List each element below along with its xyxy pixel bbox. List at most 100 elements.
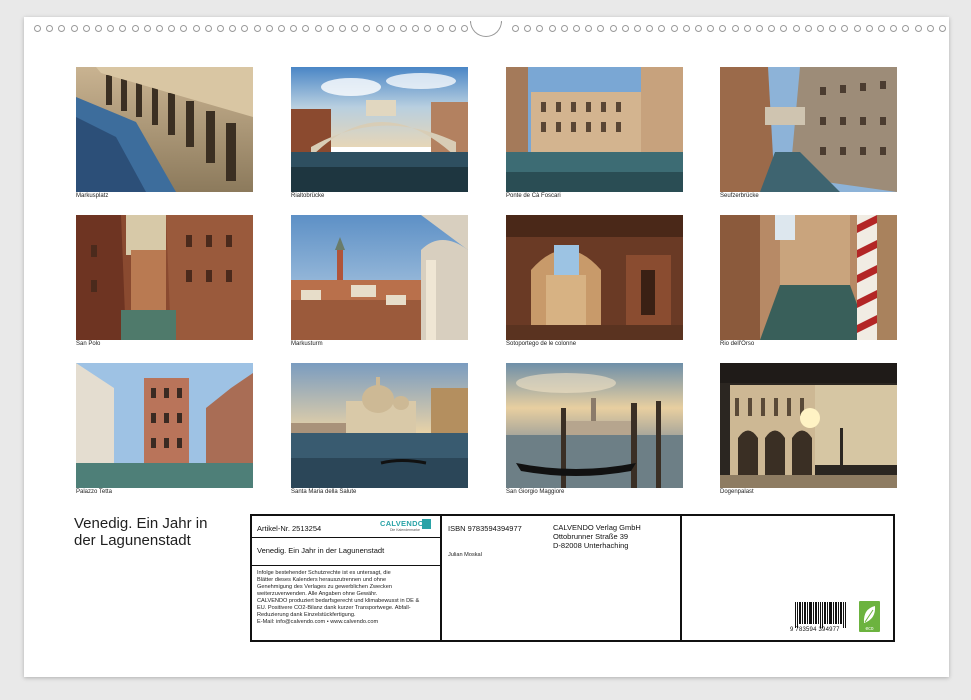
- publisher-address: CALVENDO Verlag GmbH Ottobrunner Straße …: [553, 523, 641, 550]
- binding-ring: [597, 25, 605, 32]
- binding-ring: [95, 25, 102, 32]
- binding-ring: [339, 25, 346, 32]
- photo-caption: Sotoportego de le colonne: [506, 341, 577, 347]
- binding-ring: [560, 25, 568, 32]
- photo-san-polo: [76, 215, 253, 340]
- photo-rialtobruecke: [291, 67, 468, 192]
- binding-ring: [461, 25, 468, 32]
- binding-ring: [670, 25, 678, 32]
- binding-ring: [695, 25, 702, 32]
- photo-caption: Palazzo Tetta: [76, 489, 112, 495]
- binding-ring: [658, 25, 666, 32]
- binding-ring: [351, 25, 359, 32]
- binding-ring: [46, 25, 54, 32]
- divider: [680, 516, 682, 640]
- binding-ring: [841, 25, 849, 32]
- product-title: Venedig. Ein Jahr in der Lagunenstadt: [257, 546, 385, 555]
- binding-ring: [939, 25, 946, 32]
- binding-ring: [143, 25, 151, 32]
- binding-ring: [412, 25, 420, 32]
- binding-ring: [829, 25, 837, 32]
- binding-ring: [448, 25, 456, 32]
- legal-notice: Infolge bestehender Schutzrechte ist es …: [257, 570, 419, 626]
- binding-ring: [436, 25, 444, 32]
- binding-ring: [229, 25, 237, 32]
- binding-ring: [156, 25, 163, 32]
- photo-san-giorgio-maggiore: [506, 363, 683, 488]
- binding-ring: [548, 25, 556, 32]
- binding-ring: [621, 25, 629, 32]
- legal-line: Reduzierung dank Einzelstückfertigung.: [257, 612, 356, 618]
- legal-line: E-Mail: info@calvendo.com • www.calvendo…: [257, 619, 379, 625]
- binding-ring: [731, 25, 739, 32]
- binding-ring: [302, 25, 310, 32]
- author: Julian Moskal: [448, 552, 482, 558]
- binding-ring: [119, 25, 127, 32]
- barcode-icon: [795, 602, 846, 628]
- legal-line: weiterzuverwenden. Alle Angaben ohne Gew…: [257, 591, 378, 597]
- address-line: Ottobrunner Straße 39: [553, 532, 629, 541]
- binding-ring: [180, 25, 188, 32]
- binding-ring: [682, 25, 690, 32]
- calendar-title-line: der Lagunenstadt: [74, 532, 191, 549]
- photo-caption: Markusturm: [291, 341, 323, 347]
- binding-ring: [241, 25, 249, 32]
- photo-caption: Rio dell'Orso: [720, 341, 755, 347]
- binding-ring: [58, 25, 66, 32]
- photo-santa-maria-della-salute: [291, 363, 468, 488]
- binding-ring: [792, 25, 800, 32]
- photo-ponte-de-ca-foscari: [506, 67, 683, 192]
- binding-ring: [326, 25, 334, 32]
- legal-line: Blätter dieses Kalenders herauszutrennen…: [257, 577, 387, 583]
- photo-dogenpalast: [720, 363, 897, 488]
- photo-rio-dell-orso: [720, 215, 897, 340]
- binding-ring: [524, 25, 532, 32]
- article-number: Artikel-Nr. 2513254: [257, 524, 322, 533]
- binding-ring: [878, 25, 885, 32]
- binding-ring: [131, 25, 139, 32]
- binding-ring: [192, 25, 200, 32]
- binding-ring: [512, 25, 519, 32]
- binding-ring: [865, 25, 873, 32]
- binding-ring: [780, 25, 788, 32]
- binding-ring: [217, 25, 224, 32]
- binding-ring: [204, 25, 212, 32]
- binding-ring: [82, 25, 90, 32]
- photo-caption: Rialtobrücke: [291, 193, 325, 199]
- binding-ring: [609, 25, 617, 32]
- binding-ring: [290, 25, 298, 32]
- address-line: CALVENDO Verlag GmbH: [553, 523, 641, 532]
- binding-ring: [387, 25, 395, 32]
- binding-ring: [573, 25, 580, 32]
- photo-markusplatz: [76, 67, 253, 192]
- legal-line: Infolge bestehender Schutzrechte ist es …: [257, 570, 391, 576]
- binding-ring: [817, 25, 824, 32]
- binding-ring: [265, 25, 273, 32]
- divider: [252, 565, 440, 566]
- binding-ring: [278, 25, 285, 32]
- binding-ring: [107, 25, 115, 32]
- legal-line: Genehmigung des Verlages zu gewerblichen…: [257, 584, 392, 590]
- eco-label-icon: eco: [859, 601, 880, 632]
- divider: [440, 516, 442, 640]
- binding-ring: [363, 25, 371, 32]
- binding-ring: [34, 25, 41, 32]
- binding-ring: [375, 25, 383, 32]
- address-line: D-82008 Unterhaching: [553, 541, 629, 550]
- binding-ring: [314, 25, 322, 32]
- binding-ring: [634, 25, 641, 32]
- photo-sotoportego: [506, 215, 683, 340]
- binding-ring: [768, 25, 776, 32]
- photo-caption: San Giorgio Maggiore: [506, 489, 565, 495]
- photo-seufzerbruecke: [720, 67, 897, 192]
- photo-markusturm: [291, 215, 468, 340]
- calendar-title: Venedig. Ein Jahr in der Lagunenstadt: [74, 515, 254, 549]
- binding-ring: [804, 25, 812, 32]
- isbn: ISBN 9783594394977: [448, 524, 522, 533]
- binding-ring: [585, 25, 593, 32]
- binding-ring: [400, 25, 407, 32]
- imprint-box: Artikel-Nr. 2513254 CALVENDO Die Kalende…: [250, 514, 895, 642]
- binding-ring: [756, 25, 763, 32]
- binding-ring: [424, 25, 432, 32]
- binding-ring: [536, 25, 544, 32]
